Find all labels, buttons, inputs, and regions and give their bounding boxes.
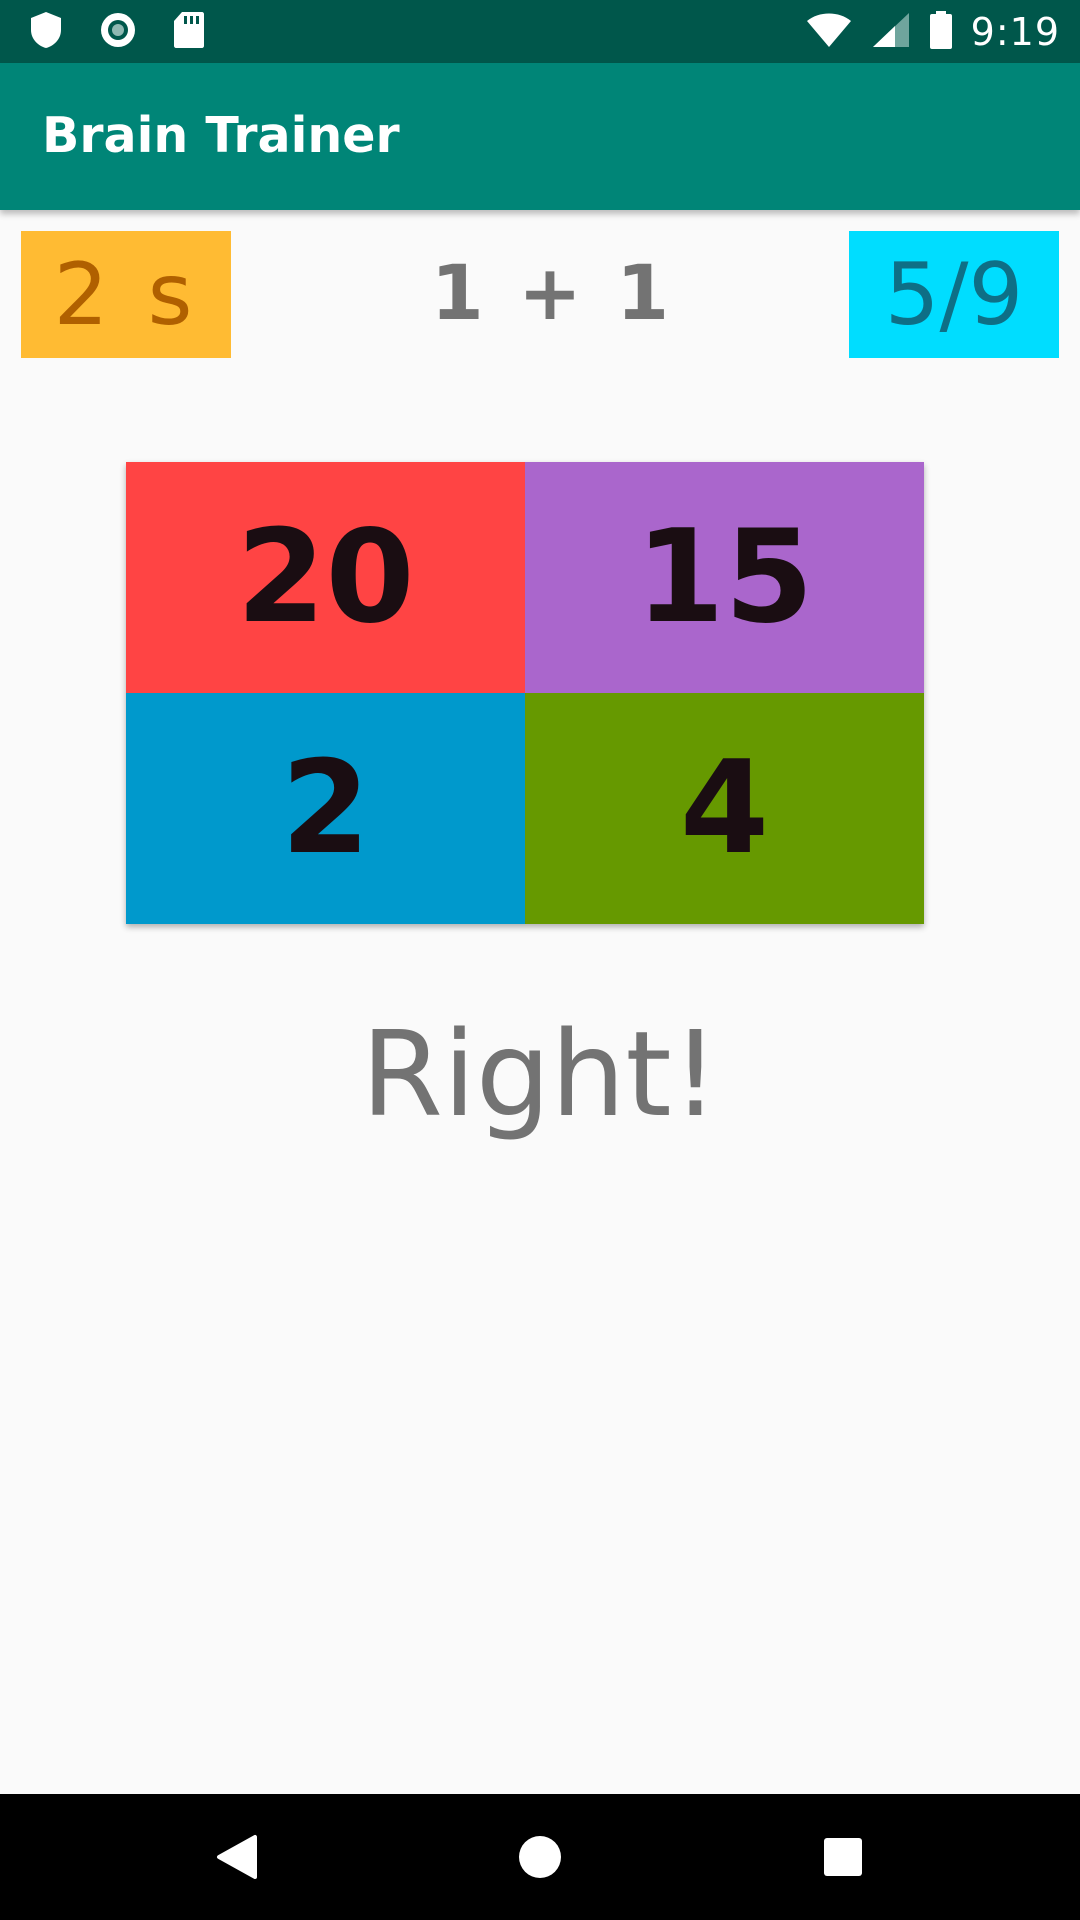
sd-card-icon [172, 10, 206, 54]
answer-label: 20 [236, 503, 415, 652]
screen: 9:19 Brain Trainer 2 s 1 + 1 5/9 20 15 2… [0, 0, 1080, 1920]
recents-icon[interactable] [816, 1830, 870, 1884]
question-text: 1 + 1 [430, 248, 670, 337]
app-bar: Brain Trainer [0, 63, 1080, 210]
wifi-icon [805, 11, 853, 53]
back-icon[interactable] [210, 1830, 264, 1884]
score-text: 5/9 [884, 244, 1024, 345]
answer-grid: 20 15 2 4 [126, 462, 924, 924]
answer-button-1[interactable]: 20 [126, 462, 525, 693]
battery-icon [929, 10, 953, 54]
status-time: 9:19 [970, 10, 1060, 54]
app-title: Brain Trainer [42, 107, 400, 164]
status-bar: 9:19 [0, 0, 1080, 63]
answer-button-2[interactable]: 15 [525, 462, 924, 693]
signal-icon [871, 11, 911, 53]
answer-button-3[interactable]: 2 [126, 693, 525, 924]
answer-label: 2 [280, 734, 371, 883]
home-icon[interactable] [513, 1830, 567, 1884]
nav-bar [0, 1794, 1080, 1920]
shield-icon [28, 10, 64, 54]
score-badge: 5/9 [849, 231, 1059, 358]
timer-badge: 2 s [21, 231, 231, 358]
timer-text: 2 s [53, 244, 199, 345]
answer-button-4[interactable]: 4 [525, 693, 924, 924]
answer-label: 4 [679, 734, 770, 883]
circle-record-icon [98, 10, 138, 54]
answer-label: 15 [635, 503, 814, 652]
result-text: Right! [360, 1005, 720, 1143]
